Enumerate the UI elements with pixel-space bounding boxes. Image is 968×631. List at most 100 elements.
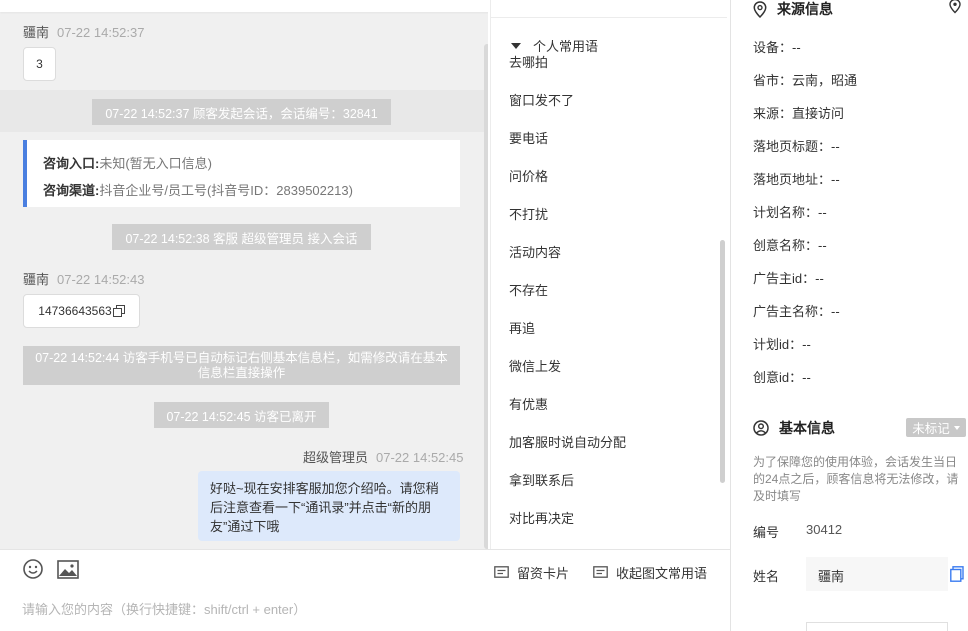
field-label: 计划名称：: [753, 205, 819, 220]
visitor-message-bubble: 14736643563: [23, 294, 140, 328]
source-field-advertiser-name: 广告主名称：--: [753, 301, 840, 320]
message-meta: 超级管理员 07-22 14:52:45: [303, 447, 463, 466]
field-value: --: [802, 370, 811, 385]
field-value: --: [802, 337, 811, 352]
system-message: 07-22 14:52:45 访客已离开: [154, 402, 329, 428]
image-icon[interactable]: [57, 559, 79, 581]
phrase-item[interactable]: 加客服时说自动分配: [509, 432, 626, 451]
tag-dropdown[interactable]: 未标记: [906, 418, 966, 437]
name-label: 姓名: [753, 569, 780, 584]
caret-down-icon: [511, 42, 521, 49]
field-label: 计划id：: [753, 337, 803, 352]
source-info-header: 来源信息: [753, 0, 833, 19]
field-value: --: [792, 40, 801, 55]
emoji-icon[interactable]: [22, 558, 44, 580]
source-field-creative-name: 创意名称：--: [753, 235, 827, 254]
collapse-phrases-label: 收起图文常用语: [616, 566, 708, 581]
message-meta: 疆南 07-22 14:52:43: [23, 269, 144, 288]
collapse-phrases-button[interactable]: 收起图文常用语: [593, 563, 707, 582]
message-icon: [593, 565, 608, 578]
channel-row: 咨询渠道:抖音企业号/员工号(抖音号ID：2839502213): [43, 177, 460, 204]
sender-name: 超级管理员: [303, 450, 369, 465]
message-meta: 疆南 07-22 14:52:37: [23, 22, 144, 41]
id-label: 编号: [753, 525, 780, 540]
chat-top-strip: [0, 0, 488, 12]
field-label: 设备：: [753, 40, 793, 55]
entry-info-card: 咨询入口:未知(暂无入口信息) 咨询渠道:抖音企业号/员工号(抖音号ID：283…: [23, 140, 460, 207]
source-field-origin: 来源：直接访问: [753, 103, 844, 122]
field-label: 落地页地址：: [753, 172, 832, 187]
phrases-scrollbar[interactable]: [720, 240, 725, 483]
phrase-item[interactable]: 拿到联系后: [509, 470, 574, 489]
field-value: --: [831, 304, 840, 319]
caret-down-icon: [953, 425, 960, 430]
phrase-item[interactable]: 对比再决定: [509, 508, 574, 527]
source-field-plan-name: 计划名称：--: [753, 202, 827, 221]
field-value: --: [831, 139, 840, 154]
field-label: 创意id：: [753, 370, 803, 385]
phrase-item[interactable]: 再追: [509, 318, 535, 337]
field-value: --: [818, 238, 827, 253]
name-field[interactable]: 疆南: [806, 557, 948, 591]
field-value: 云南，昭通: [792, 73, 858, 88]
chat-scrollbar[interactable]: [484, 44, 488, 549]
field-label: 广告主id：: [753, 271, 816, 286]
message-time: 07-22 14:52:43: [57, 272, 145, 287]
entry-value: 未知(暂无入口信息): [99, 156, 213, 171]
chat-panel: 疆南 07-22 14:52:37 3 07-22 14:52:37 顾客发起会话…: [0, 0, 488, 549]
phrase-item[interactable]: 微信上发: [509, 356, 561, 375]
copy-icon[interactable]: [112, 305, 125, 317]
source-field-landing-title: 落地页标题：--: [753, 136, 840, 155]
basic-info-title: 基本信息: [779, 420, 835, 436]
phrase-item[interactable]: 活动内容: [509, 242, 561, 261]
system-message: 07-22 14:52:44 访客手机号已自动标记右侧基本信息栏，如需修改请在基…: [23, 346, 460, 385]
message-input[interactable]: [22, 598, 702, 620]
field-value: --: [815, 271, 824, 286]
phrase-item[interactable]: 不存在: [509, 280, 548, 299]
source-field-region: 省市：云南，昭通: [753, 70, 857, 89]
next-field[interactable]: [806, 622, 948, 631]
agent-reply-bubble: 好哒~现在安排客服加您介绍哈。请您稍后注意查看一下“通讯录”并点击“新的朋友”通…: [198, 471, 460, 541]
field-value: --: [831, 172, 840, 187]
field-label: 来源：: [753, 106, 793, 121]
source-field-advertiser-id: 广告主id：--: [753, 268, 824, 287]
field-label: 省市：: [753, 73, 793, 88]
phrase-item[interactable]: 窗口发不了: [509, 90, 574, 109]
phrase-item[interactable]: 要电话: [509, 128, 548, 147]
copy-icon[interactable]: [950, 566, 964, 582]
target-location-icon[interactable]: [947, 0, 963, 14]
message-time: 07-22 14:52:45: [376, 450, 464, 465]
entry-label: 咨询入口:: [43, 156, 100, 171]
message-input-area: 留资卡片 收起图文常用语: [0, 549, 730, 631]
message-text: 14736643563: [38, 304, 112, 318]
visitor-message-bubble: 3: [23, 47, 56, 81]
channel-label: 咨询渠道:: [43, 183, 100, 198]
phrase-item[interactable]: 问价格: [509, 166, 548, 185]
entry-row: 咨询入口:未知(暂无入口信息): [43, 150, 460, 177]
divider: [491, 17, 727, 18]
system-message: 07-22 14:52:37 顾客发起会话，会话编号：32841: [92, 99, 391, 125]
sender-name: 疆南: [23, 272, 50, 287]
lead-card-button[interactable]: 留资卡片: [494, 563, 569, 582]
card-icon: [494, 565, 509, 578]
message-text: 3: [36, 57, 43, 71]
name-value: 疆南: [818, 569, 845, 584]
source-field-landing-url: 落地页地址：--: [753, 169, 840, 188]
phrase-item[interactable]: 去哪拍: [509, 52, 548, 71]
source-field-plan-id: 计划id：--: [753, 334, 811, 353]
system-message: 07-22 14:52:38 客服 超级管理员 接入会话: [112, 224, 371, 250]
message-text: 好哒~现在安排客服加您介绍哈。请您稍后注意查看一下“通讯录”并点击“新的朋友”通…: [210, 481, 439, 534]
phrase-item[interactable]: 不打扰: [509, 204, 548, 223]
location-pin-icon: [753, 0, 767, 18]
field-label: 落地页标题：: [753, 139, 832, 154]
quick-phrases-panel: 个人常用语 去哪拍 窗口发不了 要电话 问价格 不打扰 活动内容 不存在 再追 …: [490, 0, 730, 549]
field-label: 创意名称：: [753, 238, 819, 253]
field-value: --: [818, 205, 827, 220]
phrase-item[interactable]: 有优惠: [509, 394, 548, 413]
source-info-title: 来源信息: [777, 1, 833, 17]
message-time: 07-22 14:52:37: [57, 25, 145, 40]
lead-card-label: 留资卡片: [517, 566, 570, 581]
tag-dropdown-value: 未标记: [912, 422, 950, 436]
sender-name: 疆南: [23, 25, 50, 40]
user-circle-icon: [753, 420, 769, 436]
